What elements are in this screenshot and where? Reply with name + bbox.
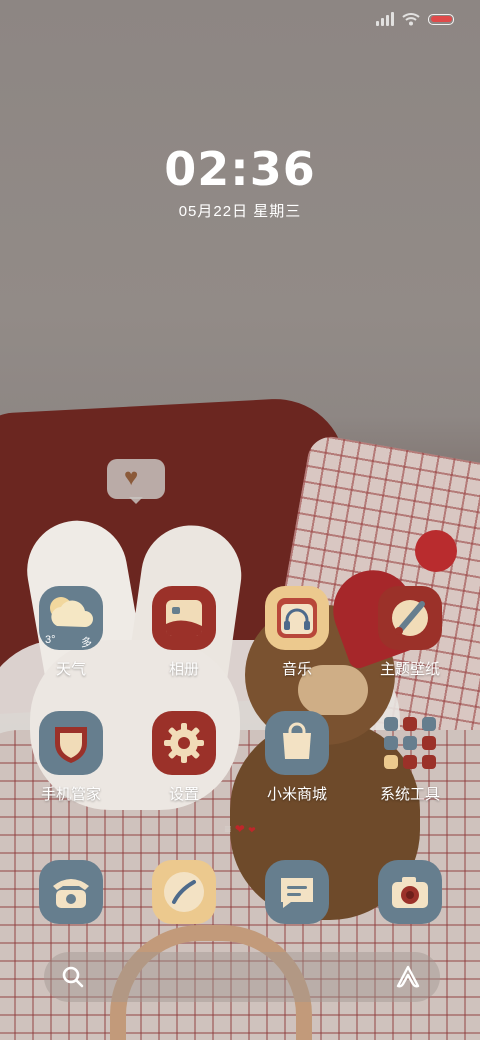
browser-icon xyxy=(152,860,216,924)
settings-icon xyxy=(152,711,216,775)
gallery-icon xyxy=(152,586,216,650)
dock-camera[interactable] xyxy=(360,860,460,924)
signal-icon xyxy=(376,12,394,26)
app-security[interactable]: 手机管家 xyxy=(21,711,121,804)
weather-temp: 3° xyxy=(45,634,56,646)
app-label: 手机管家 xyxy=(40,786,101,803)
music-icon xyxy=(265,586,329,650)
page-indicator-heart-icon: ❤ xyxy=(234,822,245,836)
app-label: 天气 xyxy=(55,661,86,678)
wallpaper-pompom xyxy=(415,530,457,572)
app-label: 小米商城 xyxy=(266,786,327,803)
app-label: 系统工具 xyxy=(379,786,440,803)
battery-icon xyxy=(428,13,454,25)
clock-widget[interactable]: 02:36 05月22日 星期三 xyxy=(0,142,480,221)
page-indicator-heart-icon: ❤ xyxy=(248,825,256,835)
status-bar xyxy=(376,12,454,26)
search-bar[interactable] xyxy=(44,952,440,1002)
app-label: 设置 xyxy=(168,786,199,803)
weather-condition: 多 xyxy=(81,637,92,649)
app-label: 音乐 xyxy=(281,661,312,678)
heart-widget[interactable]: ♥ xyxy=(107,459,165,504)
security-icon xyxy=(39,711,103,775)
app-themes[interactable]: 主题壁纸 xyxy=(360,586,460,679)
dock-phone[interactable] xyxy=(21,860,121,924)
themes-icon xyxy=(378,586,442,650)
app-music[interactable]: 音乐 xyxy=(247,586,347,679)
dock-browser[interactable] xyxy=(134,860,234,924)
weather-icon: 3° 多 xyxy=(39,586,103,650)
heart-icon: ♥ xyxy=(124,464,139,491)
app-gallery[interactable]: 相册 xyxy=(134,586,234,679)
system-tools-folder-icon xyxy=(378,711,442,775)
app-system-tools-folder[interactable]: 系统工具 xyxy=(360,711,460,804)
app-weather[interactable]: 3° 多 天气 xyxy=(21,586,121,679)
page-indicator[interactable]: ≡ ❤ ❤ xyxy=(0,822,480,836)
messages-icon xyxy=(265,860,329,924)
camera-icon xyxy=(378,860,442,924)
assistant-icon[interactable] xyxy=(394,964,422,990)
clock-time: 02:36 xyxy=(164,142,316,196)
search-icon[interactable] xyxy=(60,964,86,990)
app-settings[interactable]: 设置 xyxy=(134,711,234,804)
phone-icon xyxy=(39,860,103,924)
dock-messages[interactable] xyxy=(247,860,347,924)
wifi-icon xyxy=(402,13,420,26)
app-label: 相册 xyxy=(168,661,199,678)
mi-store-icon xyxy=(265,711,329,775)
clock-date: 05月22日 星期三 xyxy=(178,203,302,220)
app-mi-store[interactable]: 小米商城 xyxy=(247,711,347,804)
page-indicator-list-icon: ≡ xyxy=(224,822,232,836)
app-label: 主题壁纸 xyxy=(379,661,440,678)
